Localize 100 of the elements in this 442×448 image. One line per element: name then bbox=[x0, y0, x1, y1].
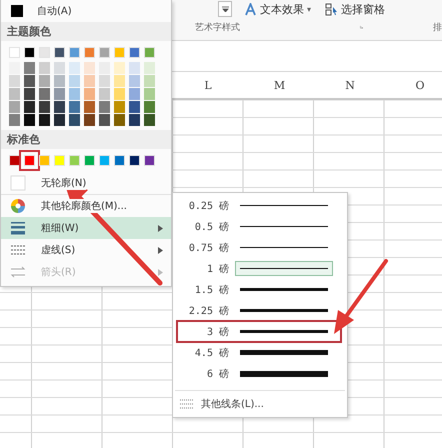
color-wheel-icon bbox=[10, 198, 26, 214]
group-label: 艺术字样式 bbox=[195, 22, 240, 34]
color-swatch[interactable] bbox=[84, 62, 95, 74]
color-swatch[interactable] bbox=[114, 155, 125, 166]
color-swatch[interactable] bbox=[84, 88, 95, 100]
color-swatch[interactable] bbox=[69, 114, 80, 126]
color-swatch[interactable] bbox=[84, 114, 95, 126]
menu-item[interactable]: 2.25 磅 bbox=[177, 300, 341, 321]
color-swatch[interactable] bbox=[129, 114, 140, 126]
column-header[interactable]: L bbox=[172, 78, 244, 92]
color-swatch[interactable] bbox=[99, 47, 110, 58]
color-swatch[interactable] bbox=[54, 155, 65, 166]
color-swatch[interactable] bbox=[24, 114, 35, 126]
color-swatch[interactable] bbox=[24, 88, 35, 100]
menu-item[interactable]: 1 磅 bbox=[177, 258, 341, 279]
color-swatch[interactable] bbox=[129, 75, 140, 87]
color-swatch[interactable] bbox=[129, 155, 140, 166]
color-swatch[interactable] bbox=[69, 155, 80, 166]
column-header[interactable]: N bbox=[315, 78, 385, 92]
color-swatch[interactable] bbox=[39, 155, 50, 166]
color-swatch[interactable] bbox=[39, 47, 50, 58]
color-swatch[interactable] bbox=[99, 88, 110, 100]
group-label: 排 bbox=[433, 22, 442, 34]
color-swatch[interactable] bbox=[99, 114, 110, 126]
menu-item[interactable]: 0.75 磅 bbox=[177, 237, 341, 258]
color-swatch[interactable] bbox=[129, 47, 140, 58]
color-swatch[interactable] bbox=[84, 101, 95, 113]
color-swatch[interactable] bbox=[99, 155, 110, 166]
color-swatch[interactable] bbox=[129, 62, 140, 74]
selection-pane-button[interactable]: 选择窗格 bbox=[323, 2, 388, 16]
menu-item[interactable]: 3 磅 bbox=[177, 321, 341, 342]
column-header[interactable]: M bbox=[244, 78, 315, 92]
color-swatch[interactable] bbox=[54, 114, 65, 126]
color-swatch[interactable] bbox=[69, 47, 80, 58]
color-swatch[interactable] bbox=[24, 62, 35, 74]
color-swatch[interactable] bbox=[99, 75, 110, 87]
menu-item[interactable]: 0.5 磅 bbox=[177, 216, 341, 237]
color-swatch[interactable] bbox=[9, 155, 20, 166]
menu-item[interactable]: 其他线条(L)... bbox=[177, 395, 341, 413]
color-swatch[interactable] bbox=[144, 75, 155, 87]
line-weight-icon bbox=[10, 221, 26, 235]
color-swatch[interactable] bbox=[24, 75, 35, 87]
color-swatch[interactable] bbox=[84, 155, 95, 166]
color-swatch[interactable] bbox=[54, 101, 65, 113]
color-swatch[interactable] bbox=[69, 88, 80, 100]
color-swatch[interactable] bbox=[129, 88, 140, 100]
color-swatch[interactable] bbox=[144, 88, 155, 100]
menu-item[interactable]: 粗细(W) bbox=[1, 217, 171, 239]
color-swatch[interactable] bbox=[54, 62, 65, 74]
color-swatch[interactable] bbox=[24, 101, 35, 113]
color-swatch[interactable] bbox=[54, 88, 65, 100]
color-swatch[interactable] bbox=[84, 47, 95, 58]
empty-square-icon bbox=[10, 175, 26, 191]
dashed-lines-icon bbox=[10, 244, 26, 256]
color-swatch[interactable] bbox=[39, 114, 50, 126]
color-swatch[interactable] bbox=[144, 47, 155, 58]
color-swatch[interactable] bbox=[114, 47, 125, 58]
color-swatch[interactable] bbox=[99, 101, 110, 113]
color-swatch[interactable] bbox=[9, 75, 20, 87]
color-swatch[interactable] bbox=[39, 62, 50, 74]
color-swatch[interactable] bbox=[69, 62, 80, 74]
color-swatch[interactable] bbox=[114, 62, 125, 74]
gallery-more-button[interactable] bbox=[218, 1, 232, 17]
color-swatch[interactable] bbox=[9, 88, 20, 100]
color-swatch[interactable] bbox=[9, 114, 20, 126]
color-swatch[interactable] bbox=[39, 88, 50, 100]
color-swatch[interactable] bbox=[84, 75, 95, 87]
menu-item[interactable]: 自动(A) bbox=[1, 0, 171, 22]
color-swatch[interactable] bbox=[39, 75, 50, 87]
menu-item[interactable]: 1.5 磅 bbox=[177, 279, 341, 300]
text-effects-button[interactable]: 文本效果 ▾ bbox=[242, 2, 314, 16]
menu-item[interactable]: 6 磅 bbox=[177, 363, 341, 384]
menu-item[interactable]: 4.5 磅 bbox=[177, 342, 341, 363]
color-swatch[interactable] bbox=[114, 75, 125, 87]
menu-item[interactable]: 虚线(S) bbox=[1, 239, 171, 261]
color-swatch[interactable] bbox=[39, 101, 50, 113]
color-swatch[interactable] bbox=[144, 114, 155, 126]
menu-item[interactable]: 无轮廓(N) bbox=[1, 172, 171, 195]
color-swatch[interactable] bbox=[144, 101, 155, 113]
caret-icon bbox=[222, 6, 228, 12]
color-swatch[interactable] bbox=[9, 47, 20, 58]
color-swatch[interactable] bbox=[54, 47, 65, 58]
color-swatch[interactable] bbox=[69, 101, 80, 113]
menu-item[interactable]: 0.25 磅 bbox=[177, 195, 341, 216]
color-swatch[interactable] bbox=[114, 114, 125, 126]
color-swatch[interactable] bbox=[114, 101, 125, 113]
color-swatch[interactable] bbox=[69, 75, 80, 87]
color-swatch[interactable] bbox=[114, 88, 125, 100]
color-swatch[interactable] bbox=[99, 62, 110, 74]
column-header[interactable]: O bbox=[385, 78, 442, 92]
color-swatch[interactable] bbox=[129, 101, 140, 113]
menu-item[interactable]: 其他轮廓颜色(M)... bbox=[1, 195, 171, 217]
color-swatch[interactable] bbox=[144, 155, 155, 166]
color-swatch[interactable] bbox=[9, 101, 20, 113]
color-swatch[interactable] bbox=[54, 75, 65, 87]
dashed-lines-icon bbox=[179, 398, 195, 410]
color-swatch[interactable] bbox=[144, 62, 155, 74]
color-swatch[interactable] bbox=[24, 47, 35, 58]
color-swatch[interactable] bbox=[9, 62, 20, 74]
double-arrow-icon bbox=[10, 266, 26, 278]
